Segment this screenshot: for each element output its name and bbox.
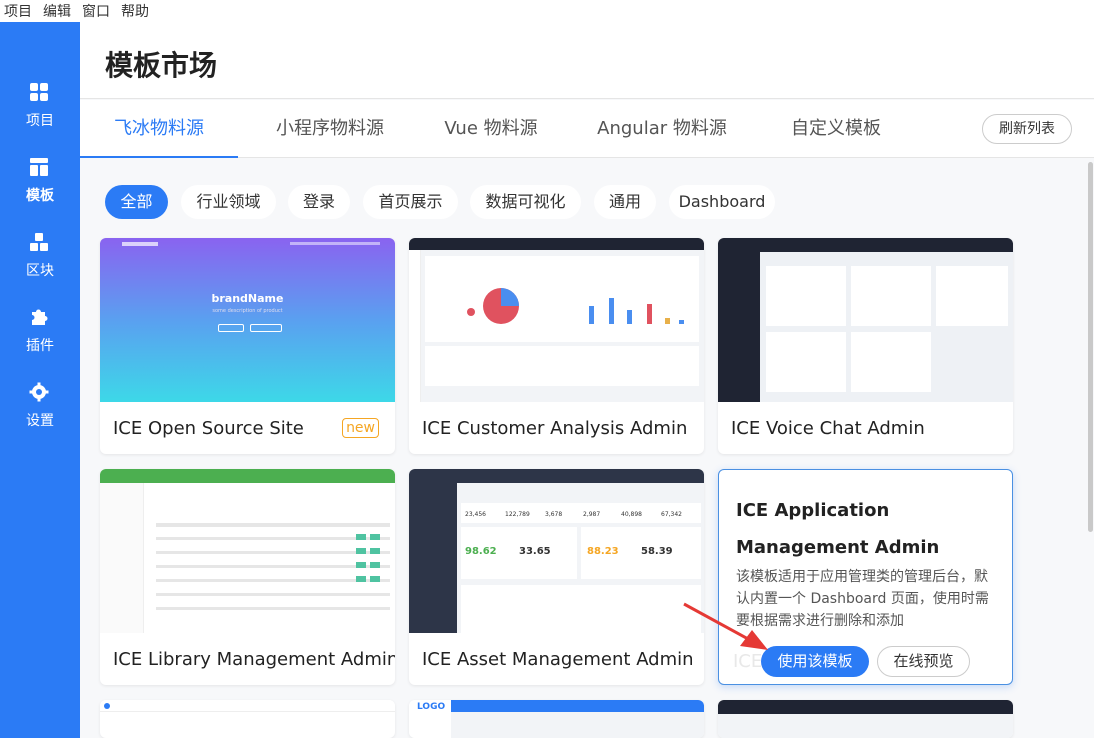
refresh-list-button[interactable]: 刷新列表 (982, 114, 1072, 144)
template-card[interactable]: ICE Library Management Admin (100, 469, 395, 685)
asset-stat: 88.23 (587, 546, 619, 557)
sidebar: 项目 模板 区块 插件 设置 (0, 22, 80, 738)
page-header: 模板市场 (80, 22, 1094, 99)
sidebar-item-project[interactable]: 项目 (0, 82, 80, 142)
sidebar-item-label: 项目 (26, 113, 54, 129)
template-thumbnail (718, 238, 1013, 402)
filter-dashboard[interactable]: Dashboard (669, 185, 775, 219)
template-card[interactable]: ICE Customer Analysis Admin (409, 238, 704, 454)
menu-bar: 项目 编辑 窗口 帮助 (0, 0, 1094, 22)
use-template-button[interactable]: 使用该模板 (761, 646, 869, 677)
template-card[interactable]: LOGO (409, 700, 704, 738)
sidebar-item-label: 模板 (26, 188, 54, 204)
template-title: ICE Asset Management Admin (422, 649, 694, 670)
template-thumbnail (409, 238, 704, 402)
sidebar-item-label: 区块 (26, 263, 54, 279)
asset-top-stat: 2,987 (583, 511, 601, 518)
tab-miniprogram[interactable]: 小程序物料源 (258, 100, 402, 158)
dashboard-grid-icon (30, 83, 48, 101)
asset-top-stat: 122,789 (505, 511, 530, 518)
tab-vue[interactable]: Vue 物料源 (430, 100, 552, 158)
template-card[interactable]: ICE Voice Chat Admin (718, 238, 1013, 454)
template-card[interactable]: 23,456 122,789 3,678 2,987 40,898 67,342… (409, 469, 704, 685)
sidebar-item-label: 设置 (26, 413, 54, 429)
template-title: ICE Application Management Admin (736, 500, 940, 558)
scrollbar[interactable] (1088, 162, 1093, 532)
asset-stat: 98.62 (465, 546, 497, 557)
template-card[interactable] (100, 700, 395, 738)
asset-top-stat: 67,342 (661, 511, 682, 518)
logo-text: LOGO (417, 702, 446, 712)
filter-all[interactable]: 全部 (105, 185, 168, 219)
sidebar-item-plugins[interactable]: 插件 (0, 307, 80, 367)
preview-online-button[interactable]: 在线预览 (877, 646, 970, 677)
asset-stat: 58.39 (641, 546, 673, 557)
filter-home[interactable]: 首页展示 (363, 185, 458, 219)
sidebar-item-settings[interactable]: 设置 (0, 382, 80, 442)
new-badge: new (342, 418, 379, 438)
brand-sub-text: some description of product (212, 308, 283, 314)
puzzle-icon (32, 309, 48, 325)
menu-help[interactable]: 帮助 (117, 1, 156, 21)
template-thumbnail: brandName some description of product (100, 238, 395, 402)
layout-template-icon (30, 158, 48, 176)
template-title-faded: ICE (733, 651, 763, 672)
tab-ice[interactable]: 飞冰物料源 (80, 100, 238, 158)
main-content: 模板市场 飞冰物料源 小程序物料源 Vue 物料源 Angular 物料源 自定… (80, 22, 1094, 738)
filter-dataviz[interactable]: 数据可视化 (470, 185, 581, 219)
template-card[interactable]: brandName some description of product IC… (100, 238, 395, 454)
gear-icon (29, 382, 49, 402)
filter-login[interactable]: 登录 (288, 185, 350, 219)
tab-angular[interactable]: Angular 物料源 (588, 100, 736, 158)
menu-edit[interactable]: 编辑 (39, 1, 78, 21)
template-title: ICE Open Source Site (113, 418, 304, 439)
asset-top-stat: 23,456 (465, 511, 486, 518)
sidebar-item-label: 插件 (26, 338, 54, 354)
template-description: 该模板适用于应用管理类的管理后台，默认内置一个 Dashboard 页面，使用时… (736, 569, 989, 629)
template-card[interactable] (718, 700, 1013, 738)
blocks-icon (30, 233, 48, 251)
tab-custom[interactable]: 自定义模板 (776, 100, 896, 158)
template-title: ICE Customer Analysis Admin (422, 418, 688, 439)
template-card-hovered[interactable]: ICE Application Management Admin 该模板适用于应… (718, 469, 1013, 685)
template-title: ICE Library Management Admin (113, 649, 395, 670)
asset-top-stat: 3,678 (545, 511, 563, 518)
template-thumbnail (100, 469, 395, 633)
template-title: ICE Voice Chat Admin (731, 418, 925, 439)
template-thumbnail: 23,456 122,789 3,678 2,987 40,898 67,342… (409, 469, 704, 633)
asset-top-stat: 40,898 (621, 511, 642, 518)
filter-industry[interactable]: 行业领域 (181, 185, 276, 219)
menu-window[interactable]: 窗口 (78, 1, 117, 21)
asset-stat: 33.65 (519, 546, 551, 557)
menu-project[interactable]: 项目 (0, 1, 39, 21)
sidebar-item-blocks[interactable]: 区块 (0, 232, 80, 292)
filter-general[interactable]: 通用 (594, 185, 656, 219)
page-title: 模板市场 (105, 49, 218, 82)
source-tabs: 飞冰物料源 小程序物料源 Vue 物料源 Angular 物料源 自定义模板 刷… (80, 100, 1094, 158)
brand-name-text: brandName (211, 292, 284, 305)
sidebar-item-template[interactable]: 模板 (0, 157, 80, 217)
